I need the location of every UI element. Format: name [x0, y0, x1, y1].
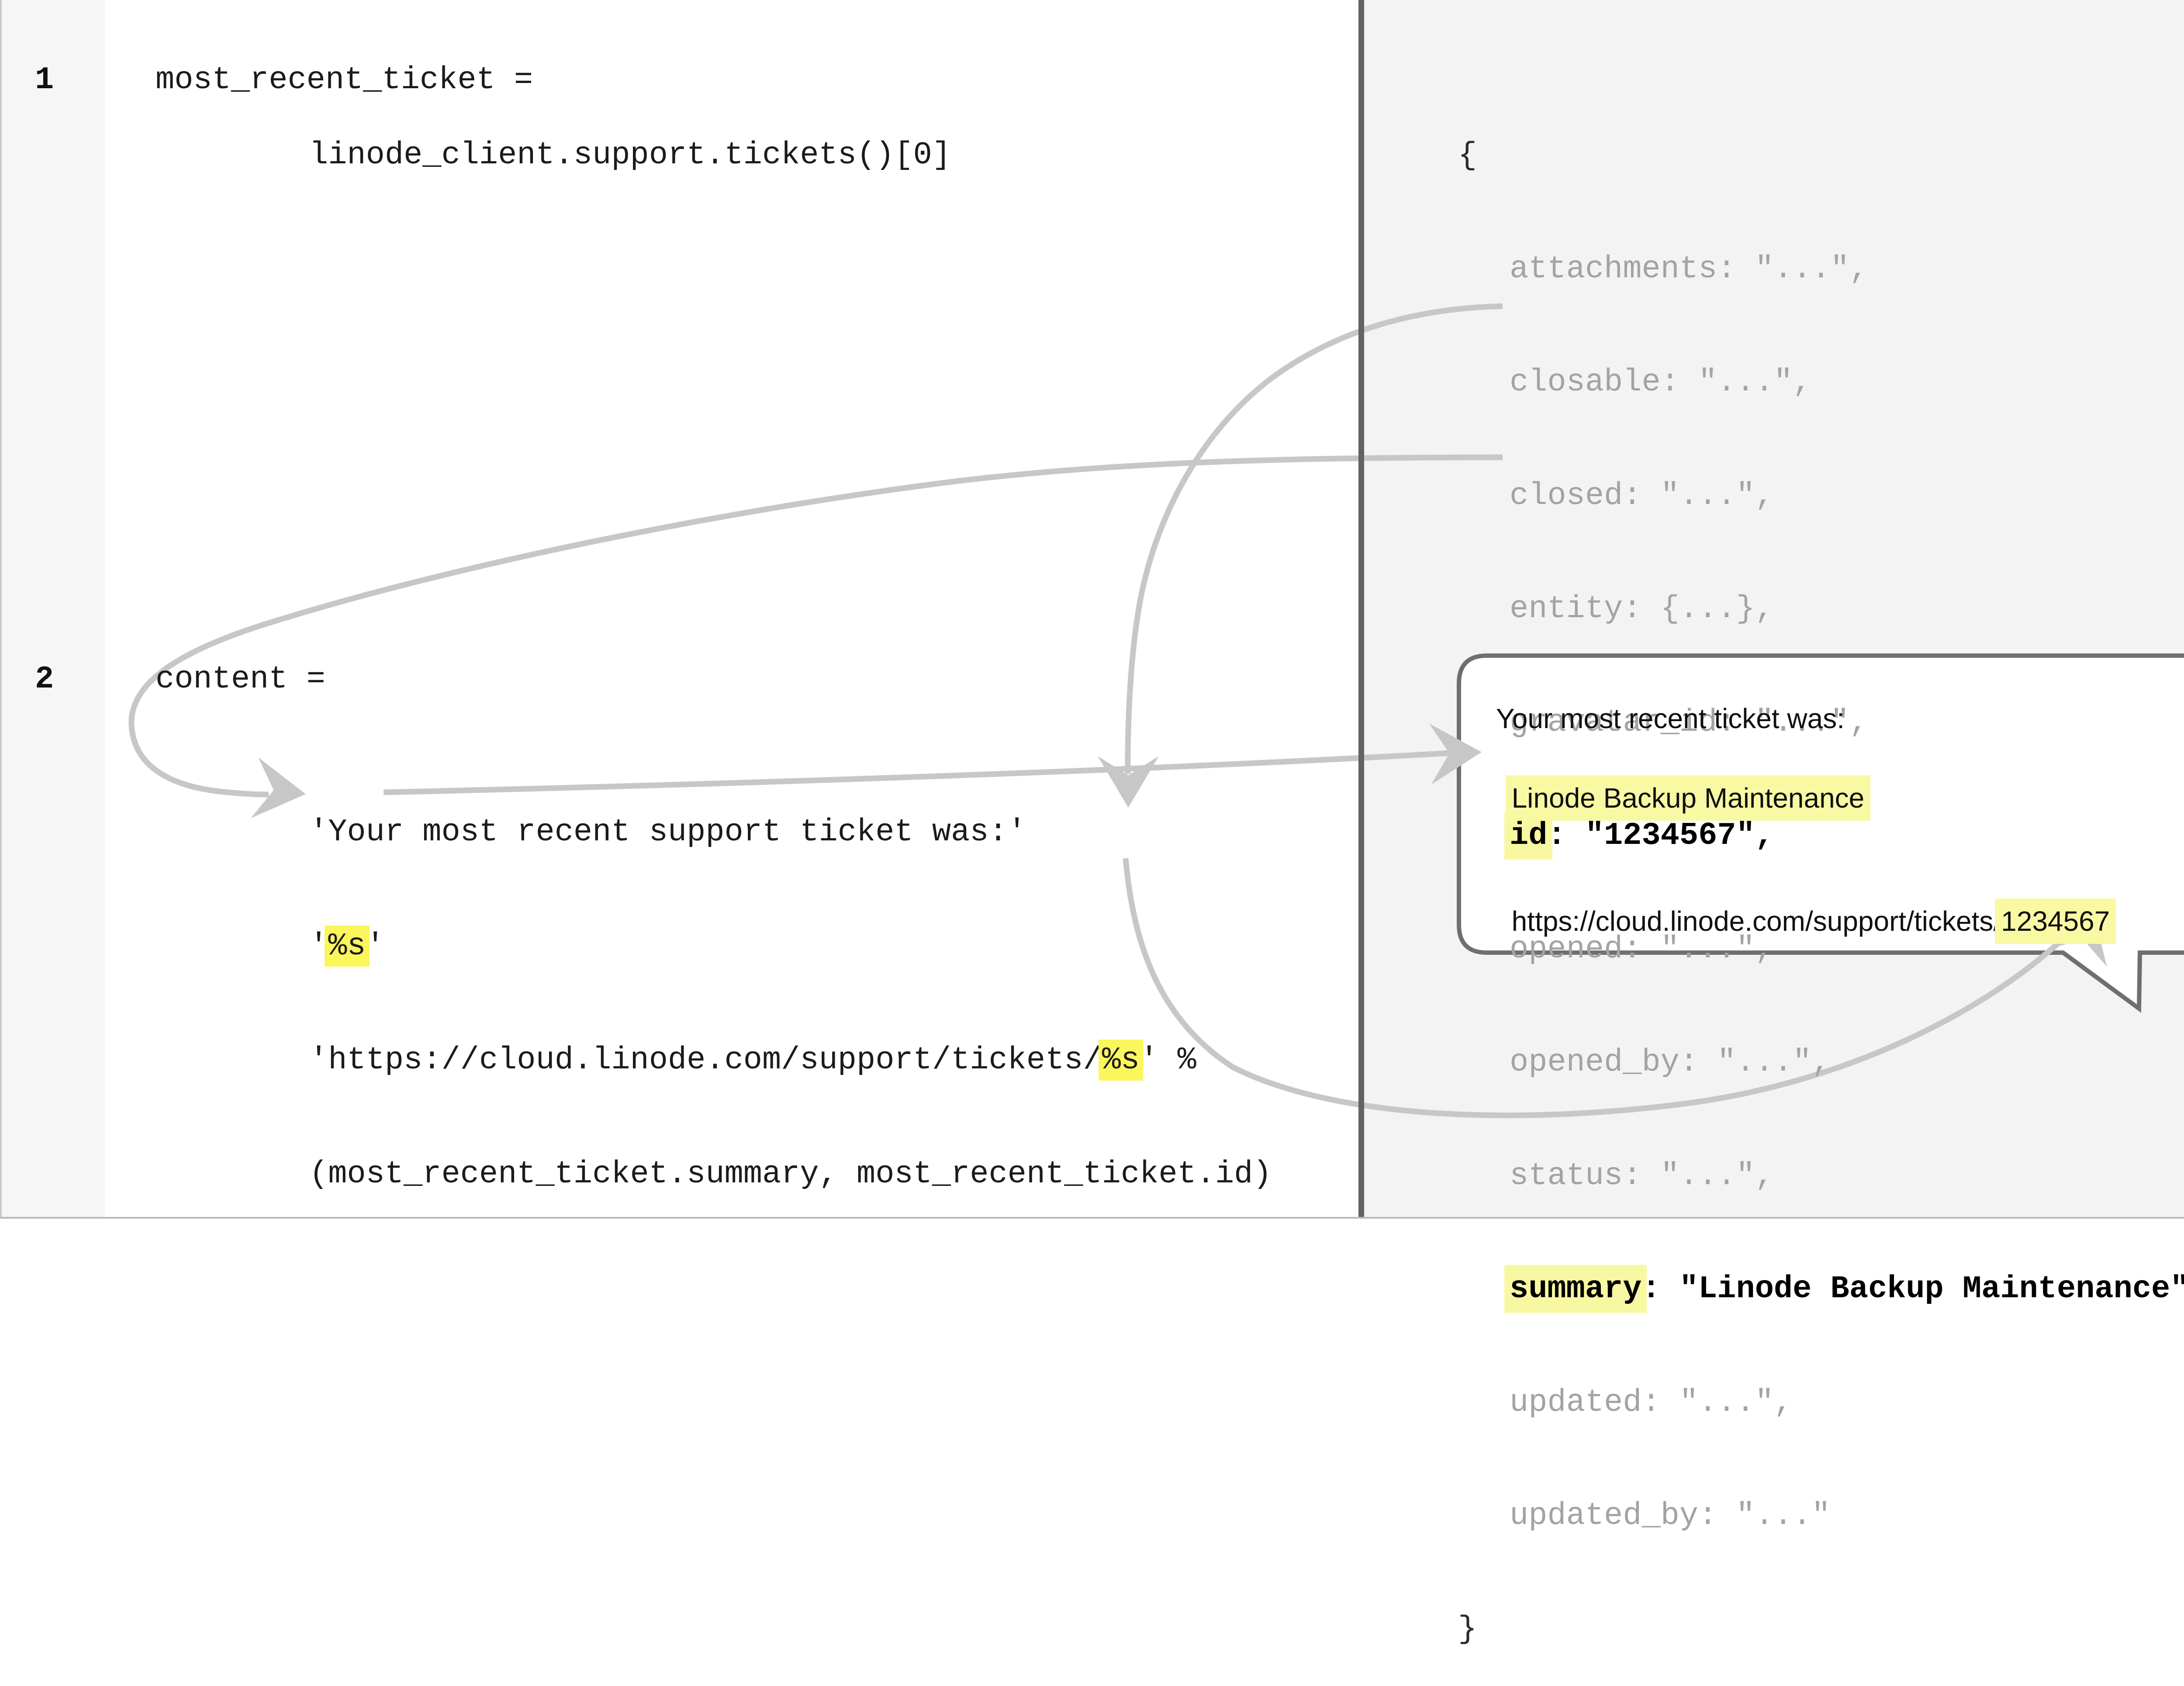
bubble-summary-line: Linode Backup Maintenance [1496, 736, 1864, 819]
line-number-1: 1 [35, 61, 54, 99]
code-line-assignment: most_recent_ticket = [156, 61, 533, 99]
json-close-brace: } [1458, 1610, 2184, 1648]
code-tuple-line: (most_recent_ticket.summary, most_recent… [309, 1155, 1272, 1193]
json-line-updated: updated: "...", [1458, 1384, 2184, 1422]
bubble-url-line: https://cloud.linode.com/support/tickets… [1496, 860, 2110, 942]
json-line-id: id: "1234567", [1458, 817, 2184, 855]
json-summary-key-highlight: summary [1504, 1265, 1647, 1313]
bubble-ticket-id-highlight: 1234567 [1995, 898, 2116, 944]
panel-divider [1358, 0, 1364, 1219]
code-line-content: content = [156, 660, 325, 698]
json-line-entity: entity: {...}, [1458, 590, 2184, 628]
placeholder-highlight-id: %s [1099, 1040, 1143, 1081]
json-line-closed: closed: "...", [1458, 477, 2184, 515]
code-string-block: 'Your most recent support ticket was:' '… [309, 737, 1272, 1231]
arrowhead-right-at-placeholder [251, 757, 309, 824]
arrow-id-to-url-placeholder [1128, 306, 1503, 774]
code-string-2: '%s' [309, 927, 1272, 965]
code-string-1: 'Your most recent support ticket was:' [309, 813, 1272, 851]
line-number-2: 2 [35, 660, 54, 698]
bubble-summary-highlight: Linode Backup Maintenance [1506, 775, 1871, 821]
diagram-page: { "left": { "num1": "1", "num2": "2", "l… [0, 0, 2184, 1219]
json-open-brace: { [1458, 137, 2184, 175]
json-line-opened-by: opened_by: "...", [1458, 1043, 2184, 1081]
json-line-updated-by: updated_by: "..." [1458, 1497, 2184, 1535]
json-line-summary: summary: "Linode Backup Maintenance", [1458, 1270, 2184, 1308]
code-string-3: 'https://cloud.linode.com/support/ticket… [309, 1041, 1272, 1079]
json-line-attachments: attachments: "...", [1458, 250, 2184, 288]
code-line-client-call: linode_client.support.tickets()[0] [309, 136, 951, 174]
screenshot-bottom-edge [0, 1217, 2184, 1219]
json-line-status: status: "...", [1458, 1157, 2184, 1195]
placeholder-highlight-summary: %s [325, 926, 369, 967]
json-line-closable: closable: "...", [1458, 363, 2184, 401]
bubble-title: Your most recent ticket was: [1496, 698, 1845, 739]
